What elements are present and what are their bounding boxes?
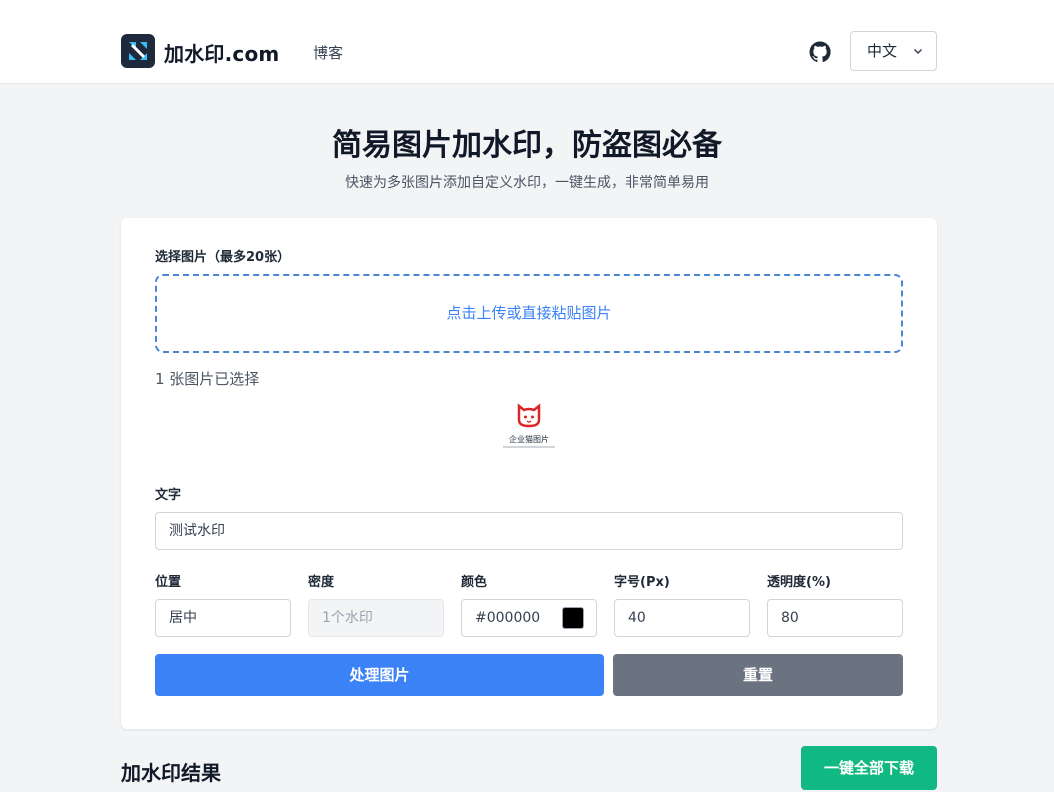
text-label: 文字	[155, 488, 182, 503]
top-navbar: 加水印.com 博客 中文	[0, 0, 1054, 84]
opacity-label: 透明度(%)	[767, 575, 831, 590]
selected-count-text: 1 张图片已选择	[155, 370, 260, 388]
language-select[interactable]: 中文	[850, 31, 937, 71]
thumbnail-caption: 企业猫图片	[509, 435, 549, 444]
thumbnail-subline	[503, 446, 555, 448]
position-label: 位置	[155, 575, 182, 590]
position-select[interactable]: 居中	[155, 599, 291, 637]
language-select-value: 中文	[867, 42, 898, 60]
color-value: #000000	[475, 610, 541, 626]
nav-link-blog[interactable]: 博客	[313, 42, 343, 63]
image-thumbnail[interactable]: 企业猫图片	[503, 402, 555, 454]
logo-icon[interactable]	[121, 34, 155, 68]
download-all-button[interactable]: 一键全部下载	[801, 746, 937, 790]
github-icon[interactable]	[808, 40, 832, 64]
image-dropzone[interactable]: 点击上传或直接粘贴图片	[155, 274, 903, 353]
select-images-label: 选择图片（最多20张）	[155, 250, 291, 265]
watermark-text-input[interactable]: 测试水印	[155, 512, 903, 550]
process-images-button[interactable]: 处理图片	[155, 654, 604, 696]
opacity-input[interactable]: 80	[767, 599, 903, 637]
font-size-label: 字号(Px)	[614, 575, 670, 590]
chevron-down-icon	[913, 48, 923, 55]
density-label: 密度	[308, 575, 335, 590]
color-swatch[interactable]	[562, 607, 584, 629]
brand-name[interactable]: 加水印.com	[164, 38, 279, 67]
reset-button[interactable]: 重置	[613, 654, 903, 696]
density-select[interactable]: 1个水印	[308, 599, 444, 637]
color-input[interactable]: #000000	[461, 599, 597, 637]
cat-logo-icon	[517, 403, 541, 428]
page-title: 简易图片加水印，防盗图必备	[332, 128, 722, 163]
result-title: 加水印结果	[121, 761, 221, 785]
page-subtitle: 快速为多张图片添加自定义水印，一键生成，非常简单易用	[345, 175, 709, 191]
color-label: 颜色	[461, 575, 488, 590]
watermark-form-card: 选择图片（最多20张） 点击上传或直接粘贴图片 1 张图片已选择 企业猫图片 文…	[121, 218, 937, 729]
font-size-input[interactable]: 40	[614, 599, 750, 637]
